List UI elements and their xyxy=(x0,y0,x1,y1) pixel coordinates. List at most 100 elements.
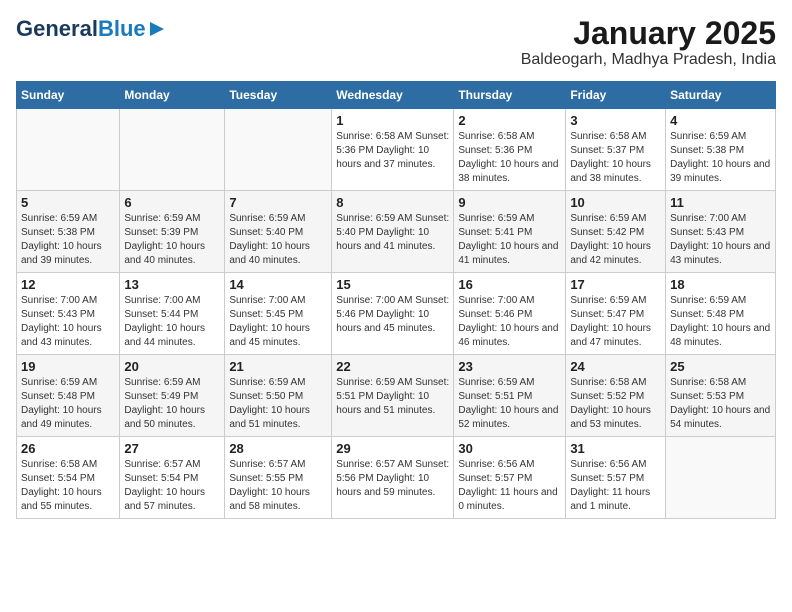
day-number: 4 xyxy=(670,113,771,128)
day-content: Sunrise: 6:59 AM Sunset: 5:38 PM Dayligh… xyxy=(21,212,115,268)
col-tuesday: Tuesday xyxy=(225,82,332,109)
day-content: Sunrise: 7:00 AM Sunset: 5:43 PM Dayligh… xyxy=(670,212,771,268)
day-number: 29 xyxy=(336,441,449,456)
logo-general: General xyxy=(16,16,98,41)
day-number: 28 xyxy=(229,441,327,456)
table-row: 20Sunrise: 6:59 AM Sunset: 5:49 PM Dayli… xyxy=(120,355,225,437)
table-row: 13 Sunrise: 7:00 AM Sunset: 5:44 PM Dayli… xyxy=(120,273,225,355)
day-content: Sunrise: 6:59 AM Sunset: 5:39 PM Dayligh… xyxy=(124,212,220,268)
title-block: January 2025 Baldeogarh, Madhya Pradesh,… xyxy=(521,16,776,69)
table-row: 30Sunrise: 6:56 AM Sunset: 5:57 PM Dayli… xyxy=(454,437,566,519)
calendar-week-row: 19Sunrise: 6:59 AM Sunset: 5:48 PM Dayli… xyxy=(17,355,776,437)
day-number: 13 xyxy=(124,277,220,292)
day-number: 20 xyxy=(124,359,220,374)
day-content: Sunrise: 6:59 AM Sunset: 5:48 PM Dayligh… xyxy=(670,294,771,350)
day-content: Sunrise: 6:59 AM Sunset: 5:50 PM Dayligh… xyxy=(229,376,327,432)
day-number: 9 xyxy=(458,195,561,210)
day-content: Sunrise: 6:56 AM Sunset: 5:57 PM Dayligh… xyxy=(458,458,561,514)
table-row: 16 Sunrise: 7:00 AM Sunset: 5:46 PM Dayli… xyxy=(454,273,566,355)
day-number: 16 xyxy=(458,277,561,292)
calendar-week-row: 1 Sunrise: 6:58 AM Sunset: 5:36 PM Daylig… xyxy=(17,109,776,191)
table-row: 6 Sunrise: 6:59 AM Sunset: 5:39 PM Daylig… xyxy=(120,191,225,273)
day-number: 3 xyxy=(570,113,661,128)
day-number: 15 xyxy=(336,277,449,292)
col-thursday: Thursday xyxy=(454,82,566,109)
table-row: 3 Sunrise: 6:58 AM Sunset: 5:37 PM Daylig… xyxy=(566,109,666,191)
day-number: 19 xyxy=(21,359,115,374)
table-row: 21Sunrise: 6:59 AM Sunset: 5:50 PM Dayli… xyxy=(225,355,332,437)
table-row: 11 Sunrise: 7:00 AM Sunset: 5:43 PM Dayli… xyxy=(666,191,776,273)
table-row: 27Sunrise: 6:57 AM Sunset: 5:54 PM Dayli… xyxy=(120,437,225,519)
table-row xyxy=(666,437,776,519)
table-row: 1 Sunrise: 6:58 AM Sunset: 5:36 PM Daylig… xyxy=(332,109,454,191)
table-row: 14Sunrise: 7:00 AM Sunset: 5:45 PM Dayli… xyxy=(225,273,332,355)
day-content: Sunrise: 6:59 AM Sunset: 5:51 PM Dayligh… xyxy=(336,376,449,418)
day-content: Sunrise: 6:56 AM Sunset: 5:57 PM Dayligh… xyxy=(570,458,661,514)
table-row: 4Sunrise: 6:59 AM Sunset: 5:38 PM Daylig… xyxy=(666,109,776,191)
col-wednesday: Wednesday xyxy=(332,82,454,109)
logo-arrow-icon xyxy=(148,20,166,38)
page-container: GeneralBlue January 2025 Baldeogarh, Mad… xyxy=(16,16,776,519)
table-row xyxy=(120,109,225,191)
table-row: 24Sunrise: 6:58 AM Sunset: 5:52 PM Dayli… xyxy=(566,355,666,437)
day-content: Sunrise: 6:58 AM Sunset: 5:36 PM Dayligh… xyxy=(458,130,561,186)
table-row: 5 Sunrise: 6:59 AM Sunset: 5:38 PM Daylig… xyxy=(17,191,120,273)
page-header: GeneralBlue January 2025 Baldeogarh, Mad… xyxy=(16,16,776,69)
day-content: Sunrise: 6:59 AM Sunset: 5:40 PM Dayligh… xyxy=(336,212,449,254)
day-content: Sunrise: 6:59 AM Sunset: 5:41 PM Dayligh… xyxy=(458,212,561,268)
table-row: 19Sunrise: 6:59 AM Sunset: 5:48 PM Dayli… xyxy=(17,355,120,437)
table-row xyxy=(17,109,120,191)
day-number: 1 xyxy=(336,113,449,128)
table-row: 23Sunrise: 6:59 AM Sunset: 5:51 PM Dayli… xyxy=(454,355,566,437)
day-number: 11 xyxy=(670,195,771,210)
day-number: 8 xyxy=(336,195,449,210)
day-content: Sunrise: 6:57 AM Sunset: 5:56 PM Dayligh… xyxy=(336,458,449,500)
day-number: 14 xyxy=(229,277,327,292)
day-number: 10 xyxy=(570,195,661,210)
day-content: Sunrise: 6:58 AM Sunset: 5:36 PM Dayligh… xyxy=(336,130,449,172)
calendar-subtitle: Baldeogarh, Madhya Pradesh, India xyxy=(521,51,776,69)
day-number: 18 xyxy=(670,277,771,292)
day-number: 22 xyxy=(336,359,449,374)
day-number: 31 xyxy=(570,441,661,456)
table-row: 7 Sunrise: 6:59 AM Sunset: 5:40 PM Daylig… xyxy=(225,191,332,273)
col-friday: Friday xyxy=(566,82,666,109)
table-row: 17 Sunrise: 6:59 AM Sunset: 5:47 PM Dayli… xyxy=(566,273,666,355)
table-row: 18 Sunrise: 6:59 AM Sunset: 5:48 PM Dayli… xyxy=(666,273,776,355)
day-number: 7 xyxy=(229,195,327,210)
day-content: Sunrise: 7:00 AM Sunset: 5:43 PM Dayligh… xyxy=(21,294,115,350)
day-number: 2 xyxy=(458,113,561,128)
col-saturday: Saturday xyxy=(666,82,776,109)
day-content: Sunrise: 6:58 AM Sunset: 5:54 PM Dayligh… xyxy=(21,458,115,514)
day-number: 5 xyxy=(21,195,115,210)
day-content: Sunrise: 6:57 AM Sunset: 5:55 PM Dayligh… xyxy=(229,458,327,514)
day-content: Sunrise: 6:59 AM Sunset: 5:47 PM Dayligh… xyxy=(570,294,661,350)
day-number: 6 xyxy=(124,195,220,210)
table-row: 2 Sunrise: 6:58 AM Sunset: 5:36 PM Daylig… xyxy=(454,109,566,191)
table-row: 28 Sunrise: 6:57 AM Sunset: 5:55 PM Dayli… xyxy=(225,437,332,519)
day-content: Sunrise: 6:58 AM Sunset: 5:37 PM Dayligh… xyxy=(570,130,661,186)
table-row xyxy=(225,109,332,191)
day-number: 26 xyxy=(21,441,115,456)
day-content: Sunrise: 7:00 AM Sunset: 5:46 PM Dayligh… xyxy=(458,294,561,350)
day-content: Sunrise: 6:58 AM Sunset: 5:52 PM Dayligh… xyxy=(570,376,661,432)
col-monday: Monday xyxy=(120,82,225,109)
calendar-week-row: 12 Sunrise: 7:00 AM Sunset: 5:43 PM Dayli… xyxy=(17,273,776,355)
day-content: Sunrise: 6:59 AM Sunset: 5:42 PM Dayligh… xyxy=(570,212,661,268)
table-row: 15 Sunrise: 7:00 AM Sunset: 5:46 PM Dayli… xyxy=(332,273,454,355)
day-number: 17 xyxy=(570,277,661,292)
day-content: Sunrise: 6:59 AM Sunset: 5:40 PM Dayligh… xyxy=(229,212,327,268)
logo-blue: Blue xyxy=(98,16,146,41)
calendar-title: January 2025 xyxy=(521,16,776,51)
day-number: 25 xyxy=(670,359,771,374)
calendar-header-row: Sunday Monday Tuesday Wednesday Thursday… xyxy=(17,82,776,109)
table-row: 12 Sunrise: 7:00 AM Sunset: 5:43 PM Dayli… xyxy=(17,273,120,355)
day-number: 23 xyxy=(458,359,561,374)
table-row: 25Sunrise: 6:58 AM Sunset: 5:53 PM Dayli… xyxy=(666,355,776,437)
day-content: Sunrise: 7:00 AM Sunset: 5:46 PM Dayligh… xyxy=(336,294,449,336)
day-number: 12 xyxy=(21,277,115,292)
table-row: 9 Sunrise: 6:59 AM Sunset: 5:41 PM Daylig… xyxy=(454,191,566,273)
day-content: Sunrise: 7:00 AM Sunset: 5:44 PM Dayligh… xyxy=(124,294,220,350)
table-row: 10 Sunrise: 6:59 AM Sunset: 5:42 PM Dayli… xyxy=(566,191,666,273)
table-row: 31 Sunrise: 6:56 AM Sunset: 5:57 PM Dayli… xyxy=(566,437,666,519)
